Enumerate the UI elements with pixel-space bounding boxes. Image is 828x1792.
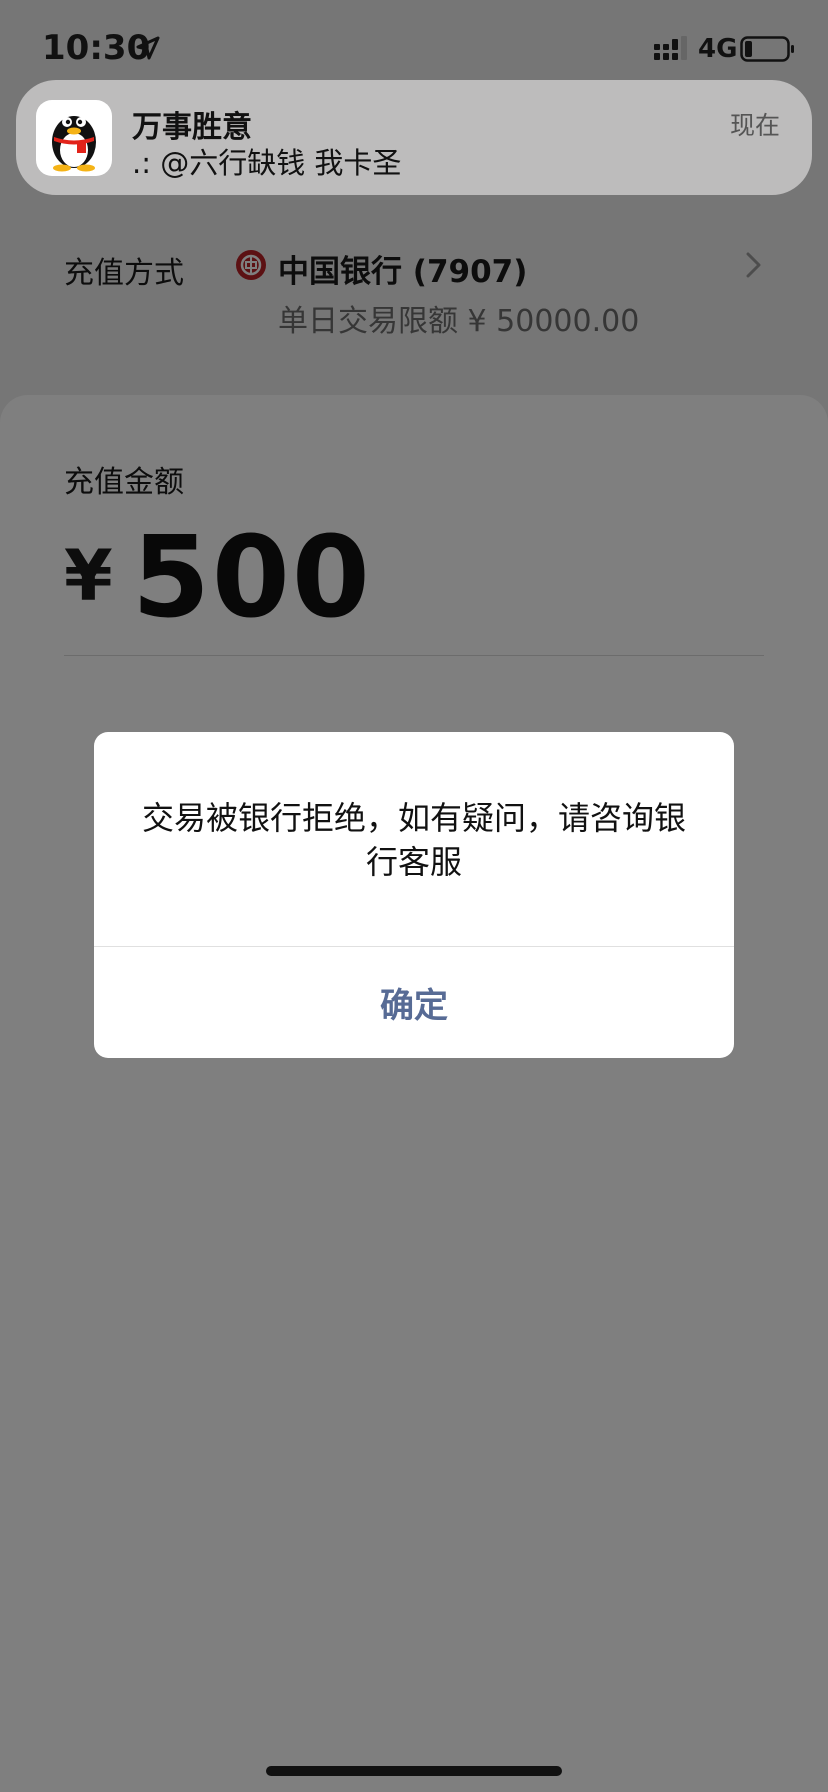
notification-body: .: @六行缺钱 我卡圣 (132, 146, 402, 180)
alert-dialog: 交易被银行拒绝，如有疑问，请咨询银行客服 确定 (94, 732, 734, 1058)
home-indicator[interactable] (266, 1766, 562, 1776)
notification-banner[interactable]: 万事胜意 .: @六行缺钱 我卡圣 现在 (16, 80, 812, 195)
location-arrow-icon (136, 36, 160, 60)
alert-message: 交易被银行拒绝，如有疑问，请咨询银行客服 (141, 799, 686, 881)
notification-time: 现在 (730, 111, 781, 140)
status-bar: 10:30 4G (0, 0, 828, 90)
battery-icon (740, 36, 794, 62)
signal-strength-icon (654, 36, 687, 60)
qq-penguin-icon (36, 100, 112, 176)
network-type: 4G (698, 34, 738, 64)
confirm-button[interactable]: 确定 (94, 947, 734, 1058)
